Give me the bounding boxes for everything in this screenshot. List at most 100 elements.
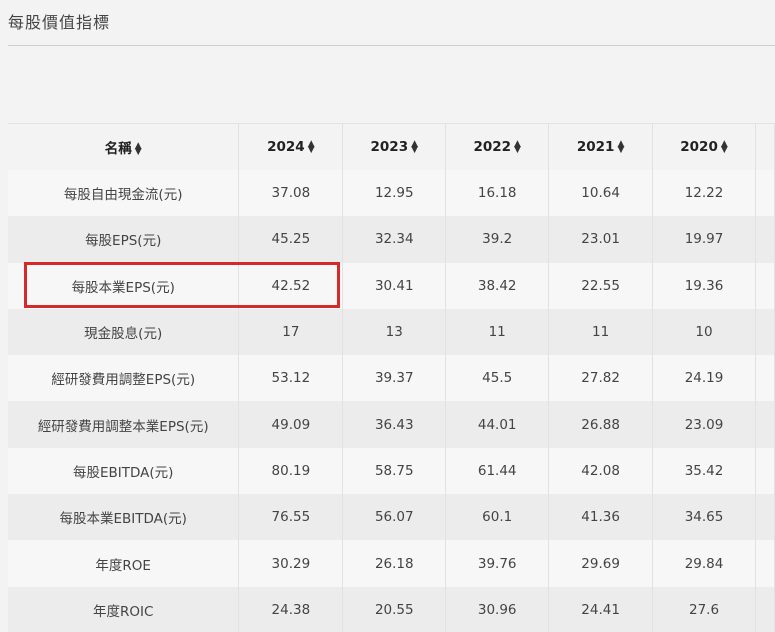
column-header-2021[interactable]: 2021 ▲ ▼ [548, 123, 654, 170]
value-cell: 11 [548, 308, 654, 356]
column-header-2020[interactable]: 2020 ▲ ▼ [652, 123, 756, 170]
row-label-cell: 每股自由現金流(元) [8, 170, 240, 217]
overflow-cell [755, 401, 775, 448]
table-row: 現金股息(元) 17 13 11 11 10 [8, 308, 775, 356]
table-row: 每股EPS(元) 45.25 32.34 39.2 23.01 19.97 [8, 216, 775, 263]
column-header-2024[interactable]: 2024 ▲ ▼ [238, 123, 344, 170]
overflow-cell [755, 540, 775, 587]
table-row: 經研發費用調整本業EPS(元) 49.09 36.43 44.01 26.88 23.09 [8, 401, 775, 448]
sort-icon: ▲ ▼ [617, 139, 625, 155]
overflow-cell [755, 216, 775, 263]
value-cell: 19.36 [652, 262, 756, 309]
value-cell: 27.82 [548, 355, 654, 402]
value-cell: 30.29 [238, 540, 344, 587]
row-label-cell: 每股本業EPS(元) [8, 262, 240, 309]
value-cell: 32.34 [342, 216, 447, 263]
column-header-label: 2022 [473, 139, 512, 155]
column-header-label: 2020 [680, 139, 718, 155]
value-cell: 45.25 [238, 216, 344, 263]
table-row: 每股本業EPS(元) 42.52 30.41 38.42 22.55 19.36 [8, 262, 775, 309]
title-divider [8, 45, 775, 46]
value-cell: 24.38 [238, 586, 344, 632]
value-cell: 24.19 [652, 355, 756, 402]
table-row: 年度ROIC 24.38 20.55 30.96 24.41 27.6 [8, 586, 775, 632]
row-label-cell: 現金股息(元) [8, 308, 240, 356]
column-header-label: 2023 [370, 139, 409, 155]
value-cell: 60.1 [445, 494, 550, 541]
overflow-cell [755, 308, 775, 356]
row-label-cell: 年度ROE [8, 540, 240, 587]
value-cell: 12.95 [342, 170, 447, 217]
column-header-label: 名稱 [104, 141, 132, 157]
table-row: 年度ROE 30.29 26.18 39.76 29.69 29.84 [8, 540, 775, 587]
value-indicator-table: 名稱 ▲ ▼ 2024 ▲ ▼ 2023 ▲ ▼ 2022 ▲ ▼ 2021 ▲ ▼ 2020 ▲ ▼ … [8, 123, 775, 632]
value-cell: 24.41 [548, 586, 654, 632]
value-cell: 44.01 [445, 401, 550, 448]
column-header-overflow [755, 123, 775, 170]
value-cell: 26.88 [548, 401, 654, 448]
value-cell: 26.18 [342, 540, 447, 587]
value-cell: 11 [445, 308, 550, 356]
value-cell: 17 [238, 308, 344, 356]
value-cell: 61.44 [445, 447, 550, 495]
column-header-name[interactable]: 名稱 ▲ ▼ [8, 123, 240, 170]
overflow-cell [755, 170, 775, 217]
overflow-cell [755, 447, 775, 495]
column-header-2023[interactable]: 2023 ▲ ▼ [342, 123, 447, 170]
value-cell: 39.2 [445, 216, 550, 263]
table-row: 經研發費用調整EPS(元) 53.12 39.37 45.5 27.82 24.19 [8, 355, 775, 402]
value-cell: 41.36 [548, 494, 654, 541]
table-body: 每股自由現金流(元) 37.08 12.95 16.18 10.64 12.22 每股EPS… [8, 170, 775, 632]
section-title: 每股價值指標 [8, 13, 111, 32]
sort-icon: ▲ ▼ [134, 141, 142, 157]
sort-icon: ▲ ▼ [307, 139, 315, 155]
value-cell: 58.75 [342, 447, 447, 495]
value-cell: 27.6 [652, 586, 756, 632]
table-row: 每股自由現金流(元) 37.08 12.95 16.18 10.64 12.22 [8, 170, 775, 217]
value-cell: 53.12 [238, 355, 344, 402]
value-cell: 19.97 [652, 216, 756, 263]
sort-icon: ▲ ▼ [720, 139, 728, 155]
table-row: 每股EBITDA(元) 80.19 58.75 61.44 42.08 35.42 [8, 447, 775, 495]
value-cell: 10.64 [548, 170, 654, 217]
value-cell: 38.42 [445, 262, 550, 309]
value-cell: 12.22 [652, 170, 756, 217]
column-header-label: 2021 [576, 139, 615, 155]
row-label-cell: 年度ROIC [8, 586, 240, 632]
value-cell: 45.5 [445, 355, 550, 402]
sort-icon: ▲ ▼ [411, 139, 419, 155]
value-cell: 29.69 [548, 540, 654, 587]
header-row: 名稱 ▲ ▼ 2024 ▲ ▼ 2023 ▲ ▼ 2022 ▲ ▼ 2021 ▲ ▼ 2020 ▲ ▼ [8, 123, 775, 170]
table-row: 每股本業EBITDA(元) 76.55 56.07 60.1 41.36 34.65 [8, 494, 775, 541]
overflow-cell [755, 355, 775, 402]
value-cell: 36.43 [342, 401, 447, 448]
column-header-2022[interactable]: 2022 ▲ ▼ [445, 123, 550, 170]
row-label-cell: 經研發費用調整本業EPS(元) [8, 401, 240, 448]
row-label-cell: 每股EPS(元) [8, 216, 240, 263]
overflow-cell [755, 262, 775, 309]
row-label-cell: 每股EBITDA(元) [8, 447, 240, 495]
value-cell: 30.96 [445, 586, 550, 632]
value-cell: 39.37 [342, 355, 447, 402]
value-cell: 16.18 [445, 170, 550, 217]
value-cell: 10 [652, 308, 756, 356]
page: 每股價值指標 名稱 ▲ ▼ 2024 ▲ ▼ 2023 ▲ ▼ 2022 ▲ ▼ 2021 ▲ ▼ … [0, 0, 775, 632]
value-cell: 80.19 [238, 447, 344, 495]
value-cell: 22.55 [548, 262, 654, 309]
value-cell: 23.01 [548, 216, 654, 263]
overflow-cell [755, 494, 775, 541]
row-label-cell: 經研發費用調整EPS(元) [8, 355, 240, 402]
value-cell: 23.09 [652, 401, 756, 448]
value-cell: 13 [342, 308, 447, 356]
value-cell: 34.65 [652, 494, 756, 541]
row-label-cell: 每股本業EBITDA(元) [8, 494, 240, 541]
value-cell: 42.52 [238, 262, 344, 309]
column-header-label: 2024 [267, 139, 305, 155]
value-cell: 29.84 [652, 540, 756, 587]
value-cell: 56.07 [342, 494, 447, 541]
value-cell: 35.42 [652, 447, 756, 495]
value-cell: 30.41 [342, 262, 447, 309]
value-cell: 76.55 [238, 494, 344, 541]
value-cell: 39.76 [445, 540, 550, 587]
value-cell: 42.08 [548, 447, 654, 495]
